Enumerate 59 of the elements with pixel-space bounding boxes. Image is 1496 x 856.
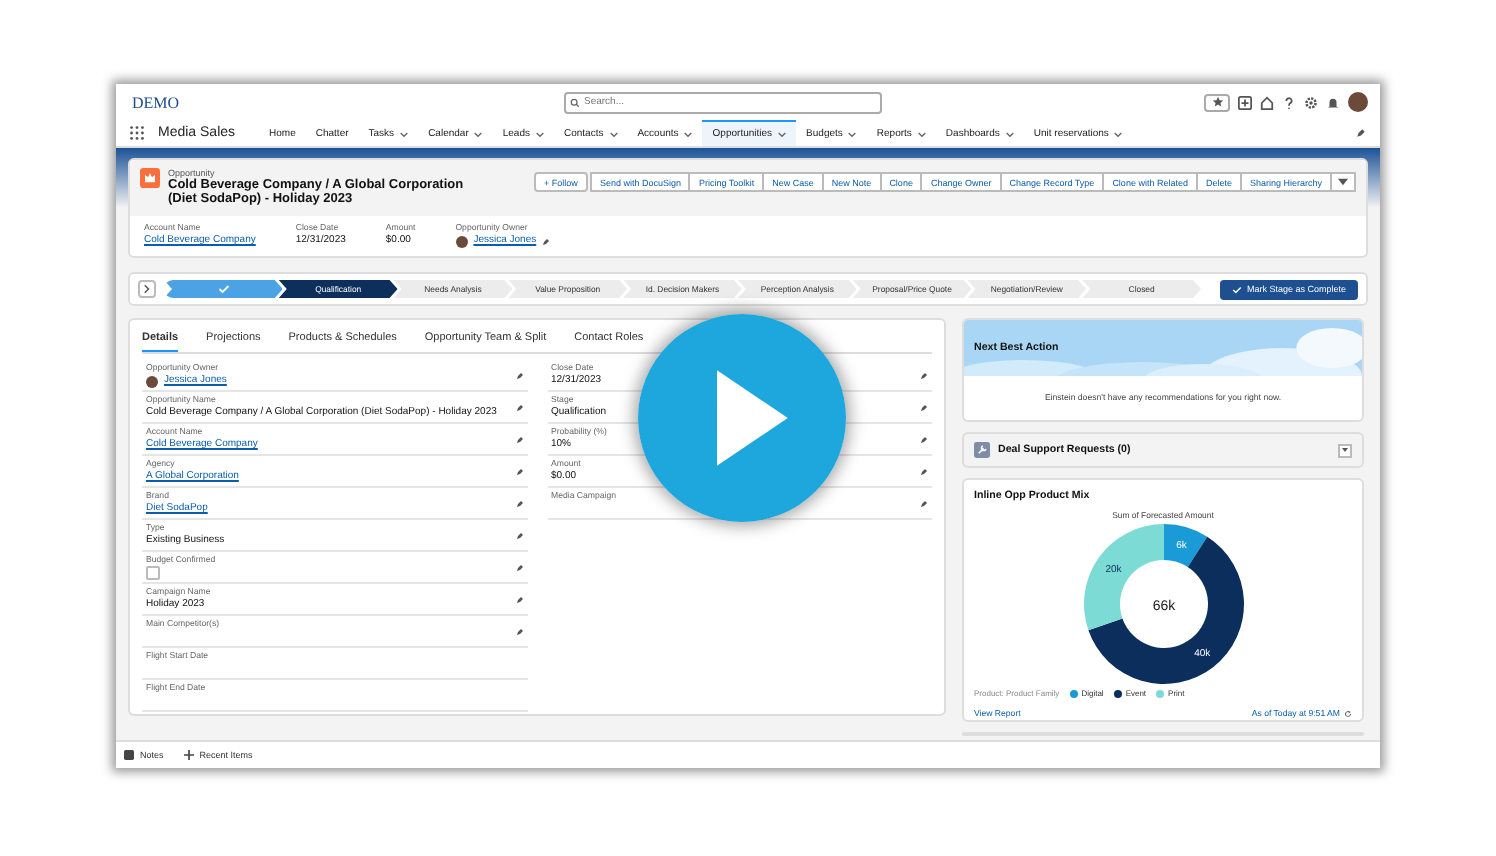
change-owner-icon[interactable] bbox=[542, 237, 551, 245]
edit-icon[interactable] bbox=[515, 403, 523, 411]
edit-icon[interactable] bbox=[515, 531, 523, 539]
settings-icon[interactable] bbox=[1304, 95, 1318, 109]
edit-icon[interactable] bbox=[920, 403, 928, 411]
home-icon[interactable] bbox=[1260, 95, 1274, 109]
avatar bbox=[455, 235, 468, 247]
check-icon bbox=[217, 284, 230, 294]
caret-icon[interactable] bbox=[1114, 131, 1123, 137]
edit-icon[interactable] bbox=[515, 371, 523, 379]
caret-icon[interactable] bbox=[917, 131, 926, 137]
edit-icon[interactable] bbox=[1356, 128, 1366, 138]
donut-slice[interactable] bbox=[1163, 524, 1207, 567]
edit-icon[interactable] bbox=[920, 467, 928, 475]
refresh-icon[interactable] bbox=[1344, 709, 1352, 717]
edit-icon[interactable] bbox=[515, 563, 523, 571]
edit-icon[interactable] bbox=[515, 467, 523, 475]
star-icon bbox=[1211, 96, 1223, 108]
edit-icon[interactable] bbox=[515, 595, 523, 603]
caret-icon bbox=[1342, 448, 1348, 452]
edit-icon[interactable] bbox=[920, 435, 928, 443]
dropdown-button[interactable] bbox=[1338, 443, 1352, 457]
avatar bbox=[146, 375, 158, 387]
note-icon bbox=[124, 750, 134, 760]
favorites-button[interactable] bbox=[1204, 93, 1230, 111]
crown-icon bbox=[140, 168, 160, 188]
chevron-icon bbox=[144, 284, 150, 294]
avatar[interactable] bbox=[1348, 92, 1368, 112]
add-icon[interactable] bbox=[1238, 95, 1252, 109]
edit-icon[interactable] bbox=[515, 627, 523, 635]
caret-icon[interactable] bbox=[535, 131, 544, 137]
edit-icon[interactable] bbox=[515, 435, 523, 443]
caret-icon[interactable] bbox=[474, 131, 483, 137]
donut-slice[interactable] bbox=[1087, 536, 1243, 684]
edit-icon[interactable] bbox=[515, 499, 523, 507]
logo[interactable]: DEMO bbox=[128, 93, 564, 111]
legend-dot bbox=[1113, 689, 1122, 697]
caret-icon[interactable] bbox=[1005, 131, 1014, 137]
wrench-icon bbox=[974, 442, 990, 458]
check-icon bbox=[1232, 285, 1243, 293]
help-icon[interactable] bbox=[1282, 95, 1296, 109]
caret-icon[interactable] bbox=[778, 131, 787, 137]
bell-icon[interactable] bbox=[1326, 95, 1340, 109]
edit-icon[interactable] bbox=[920, 371, 928, 379]
plus-icon bbox=[183, 750, 194, 760]
caret-icon[interactable] bbox=[609, 131, 618, 137]
search-icon bbox=[570, 97, 580, 107]
legend-dot bbox=[1156, 689, 1165, 697]
edit-icon[interactable] bbox=[920, 499, 928, 507]
app-launcher-icon[interactable] bbox=[130, 126, 144, 140]
path-stage[interactable] bbox=[164, 280, 283, 298]
caret-icon[interactable] bbox=[684, 131, 693, 137]
more-actions-button[interactable] bbox=[1330, 172, 1356, 192]
caret-icon[interactable] bbox=[400, 131, 409, 137]
expand-button[interactable] bbox=[138, 280, 156, 298]
caret-icon[interactable] bbox=[848, 131, 857, 137]
legend-dot bbox=[1069, 689, 1078, 697]
checkbox[interactable] bbox=[146, 566, 160, 580]
caret-icon bbox=[1338, 178, 1348, 186]
